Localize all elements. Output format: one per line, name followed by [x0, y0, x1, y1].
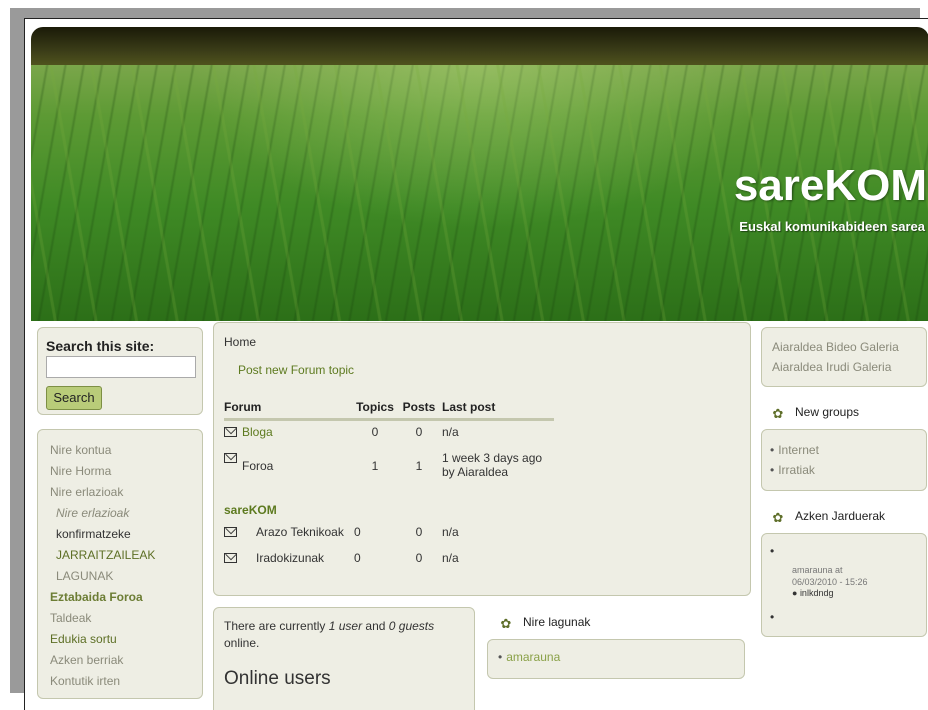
forum-link-arazo-teknikoak[interactable]: Arazo Teknikoak: [256, 525, 344, 539]
forum-link-foroa[interactable]: Foroa: [242, 459, 273, 473]
column-header-forum: Forum: [224, 397, 354, 421]
group-item[interactable]: • Internet: [770, 440, 819, 460]
online-guest-count: 0 guests: [388, 619, 435, 633]
new-groups-block: • Internet • Irratiak: [761, 429, 927, 491]
forum-posts-count: 0: [415, 551, 423, 565]
activity-author[interactable]: amarauna at: [792, 564, 868, 576]
forum-topics-count: 0: [371, 424, 379, 439]
nav-item-nire-erlazioak[interactable]: Nire erlazioak: [50, 482, 155, 503]
site-name[interactable]: sareKOM: [734, 161, 927, 211]
nav-item-azken-berriak[interactable]: Azken berriak: [50, 650, 155, 671]
forum-topics-count: 0: [354, 551, 361, 565]
forum-mail-icon: [224, 527, 237, 537]
nav-item-nire-horma[interactable]: Nire Horma: [50, 461, 155, 482]
forum-table: Forum Topics Posts Last post Bloga 0 0 n…: [224, 397, 554, 571]
forum-last-post: 1 week 3 days ago: [442, 451, 543, 465]
online-user-count: 1 user: [328, 619, 363, 633]
group-item[interactable]: • Irratiak: [770, 460, 819, 480]
online-prefix: There are currently: [224, 619, 329, 633]
forum-posts-count: 1: [415, 459, 423, 473]
forum-spacer-row: sareKOM: [224, 489, 554, 519]
nav-item-edukia-sortu[interactable]: Edukia sortu: [50, 629, 155, 650]
activity-heading: ✿ Azken Jarduerak: [771, 509, 886, 525]
activity-block: • amarauna at 06/03/2010 - 15:26 ● inlkdn…: [761, 533, 927, 637]
forum-link-bloga[interactable]: Bloga: [242, 425, 273, 439]
forum-group-title[interactable]: sareKOM: [224, 503, 277, 517]
forum-posts-count: 0: [415, 424, 423, 439]
table-row: Iradokizunak 0 0 n/a: [224, 545, 554, 571]
search-block: Search this site: Search: [37, 327, 203, 415]
online-mid: and: [362, 619, 389, 633]
friends-title: Nire lagunak: [523, 615, 591, 629]
post-new-topic-link[interactable]: Post new Forum topic: [238, 363, 354, 377]
top-bar: [31, 27, 928, 67]
nav-subitem-konfirmatzeke[interactable]: konfirmatzeke: [50, 524, 155, 545]
forum-block: Home Post new Forum topic Forum Topics P…: [213, 322, 751, 596]
site-slogan: Euskal komunikabideen sarea: [739, 219, 925, 234]
nav-item-taldeak[interactable]: Taldeak: [50, 608, 155, 629]
online-users-title: Online users: [224, 668, 331, 689]
forum-last-post: n/a: [442, 525, 459, 539]
nav-subitem-jarraitzaileak[interactable]: JARRAITZAILEAK: [50, 545, 155, 566]
activity-date: 06/03/2010 - 15:26: [792, 577, 868, 587]
forum-last-post: n/a: [442, 424, 459, 439]
column-header-topics: Topics: [354, 397, 402, 421]
bullet-icon: •: [770, 463, 775, 477]
activity-sub-item[interactable]: ● inlkdndg: [792, 588, 833, 598]
flower-icon: ✿: [500, 616, 512, 631]
new-groups-title: New groups: [795, 405, 860, 419]
forum-topics-count: 1: [371, 459, 379, 473]
link-bideo-galeria[interactable]: Aiaraldea Bideo Galeria: [772, 340, 899, 354]
forum-last-post-author[interactable]: by Aiaraldea: [442, 465, 548, 479]
breadcrumb-home[interactable]: Home: [224, 335, 256, 349]
bullet-icon: ●: [792, 588, 800, 598]
forum-mail-icon: [224, 553, 237, 563]
bullet-icon: •: [498, 650, 503, 664]
search-title: Search this site:: [46, 338, 155, 354]
flower-icon: ✿: [772, 406, 784, 421]
activity-entry: amarauna at 06/03/2010 - 15:26: [792, 564, 868, 588]
forum-posts-count: 0: [415, 525, 423, 539]
forum-mail-icon: [224, 426, 237, 437]
column-header-last-post: Last post: [442, 397, 554, 421]
search-input[interactable]: [46, 356, 196, 378]
group-name[interactable]: Internet: [778, 443, 819, 457]
bullet-icon: •: [770, 610, 775, 624]
activity-sub-item-label[interactable]: inlkdndg: [800, 588, 834, 598]
online-suffix: online.: [224, 636, 260, 650]
nav-item-kontutik-irten[interactable]: Kontutik irten: [50, 671, 155, 692]
nav-subitem-lagunak[interactable]: LAGUNAK: [50, 566, 155, 587]
forum-last-post: n/a: [442, 551, 459, 565]
gallery-links-block: Aiaraldea Bideo Galeria Aiaraldea Irudi …: [761, 327, 927, 387]
column-header-posts: Posts: [402, 397, 442, 421]
nav-item-nire-kontua[interactable]: Nire kontua: [50, 440, 155, 461]
friends-block: • amarauna: [487, 639, 745, 679]
bullet-icon: •: [770, 544, 775, 558]
activity-title: Azken Jarduerak: [795, 509, 886, 523]
table-row: Foroa 1 1 1 week 3 days ago by Aiaraldea: [224, 443, 554, 489]
bullet-icon: •: [770, 443, 775, 457]
new-groups-heading: ✿ New groups: [771, 405, 859, 421]
flower-icon: ✿: [772, 510, 784, 525]
forum-topics-count: 0: [354, 525, 361, 539]
online-users-block: There are currently 1 user and 0 guests …: [213, 607, 475, 710]
table-row: Bloga 0 0 n/a: [224, 419, 554, 443]
nav-item-eztabaida-foroa[interactable]: Eztabaida Foroa: [50, 587, 155, 608]
friend-name[interactable]: amarauna: [506, 650, 560, 664]
online-status-text: There are currently 1 user and 0 guests …: [224, 618, 464, 652]
friends-heading: ✿ Nire lagunak: [499, 615, 591, 631]
header-banner: sareKOM Euskal komunikabideen sarea: [31, 65, 928, 321]
search-button[interactable]: Search: [46, 386, 102, 410]
group-name[interactable]: Irratiak: [778, 463, 815, 477]
nav-subitem-nire-erlazioak[interactable]: Nire erlazioak: [50, 503, 155, 524]
friend-item[interactable]: • amarauna: [498, 650, 560, 664]
link-irudi-galeria[interactable]: Aiaraldea Irudi Galeria: [772, 360, 891, 374]
forum-link-iradokizunak[interactable]: Iradokizunak: [256, 551, 324, 565]
forum-mail-icon: [224, 453, 237, 463]
table-row: Arazo Teknikoak 0 0 n/a: [224, 519, 554, 545]
page: sareKOM Euskal komunikabideen sarea Sear…: [24, 18, 928, 710]
user-navigation: Nire kontua Nire Horma Nire erlazioak Ni…: [37, 429, 203, 699]
forum-table-header: Forum Topics Posts Last post: [224, 397, 554, 421]
